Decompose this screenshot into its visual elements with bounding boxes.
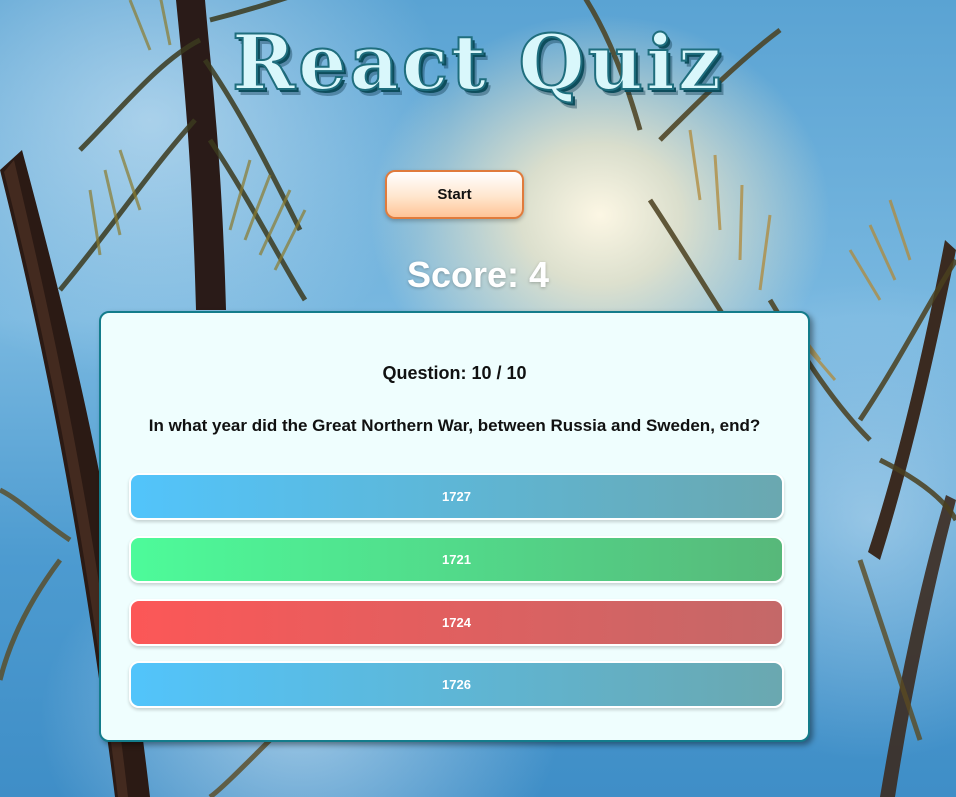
answer-option[interactable]: 1727 (129, 473, 784, 520)
app-title: React Quiz (231, 17, 725, 108)
answer-option-wrong[interactable]: 1724 (129, 599, 784, 646)
start-button[interactable]: Start (385, 170, 524, 219)
question-card: Question: 10 / 10 In what year did the G… (99, 311, 810, 742)
question-text: In what year did the Great Northern War,… (148, 416, 761, 435)
score-display: Score: 4 (406, 254, 550, 295)
answer-option[interactable]: 1726 (129, 661, 784, 708)
question-counter: Question: 10 / 10 (382, 363, 527, 383)
answer-option-correct[interactable]: 1721 (129, 536, 784, 583)
